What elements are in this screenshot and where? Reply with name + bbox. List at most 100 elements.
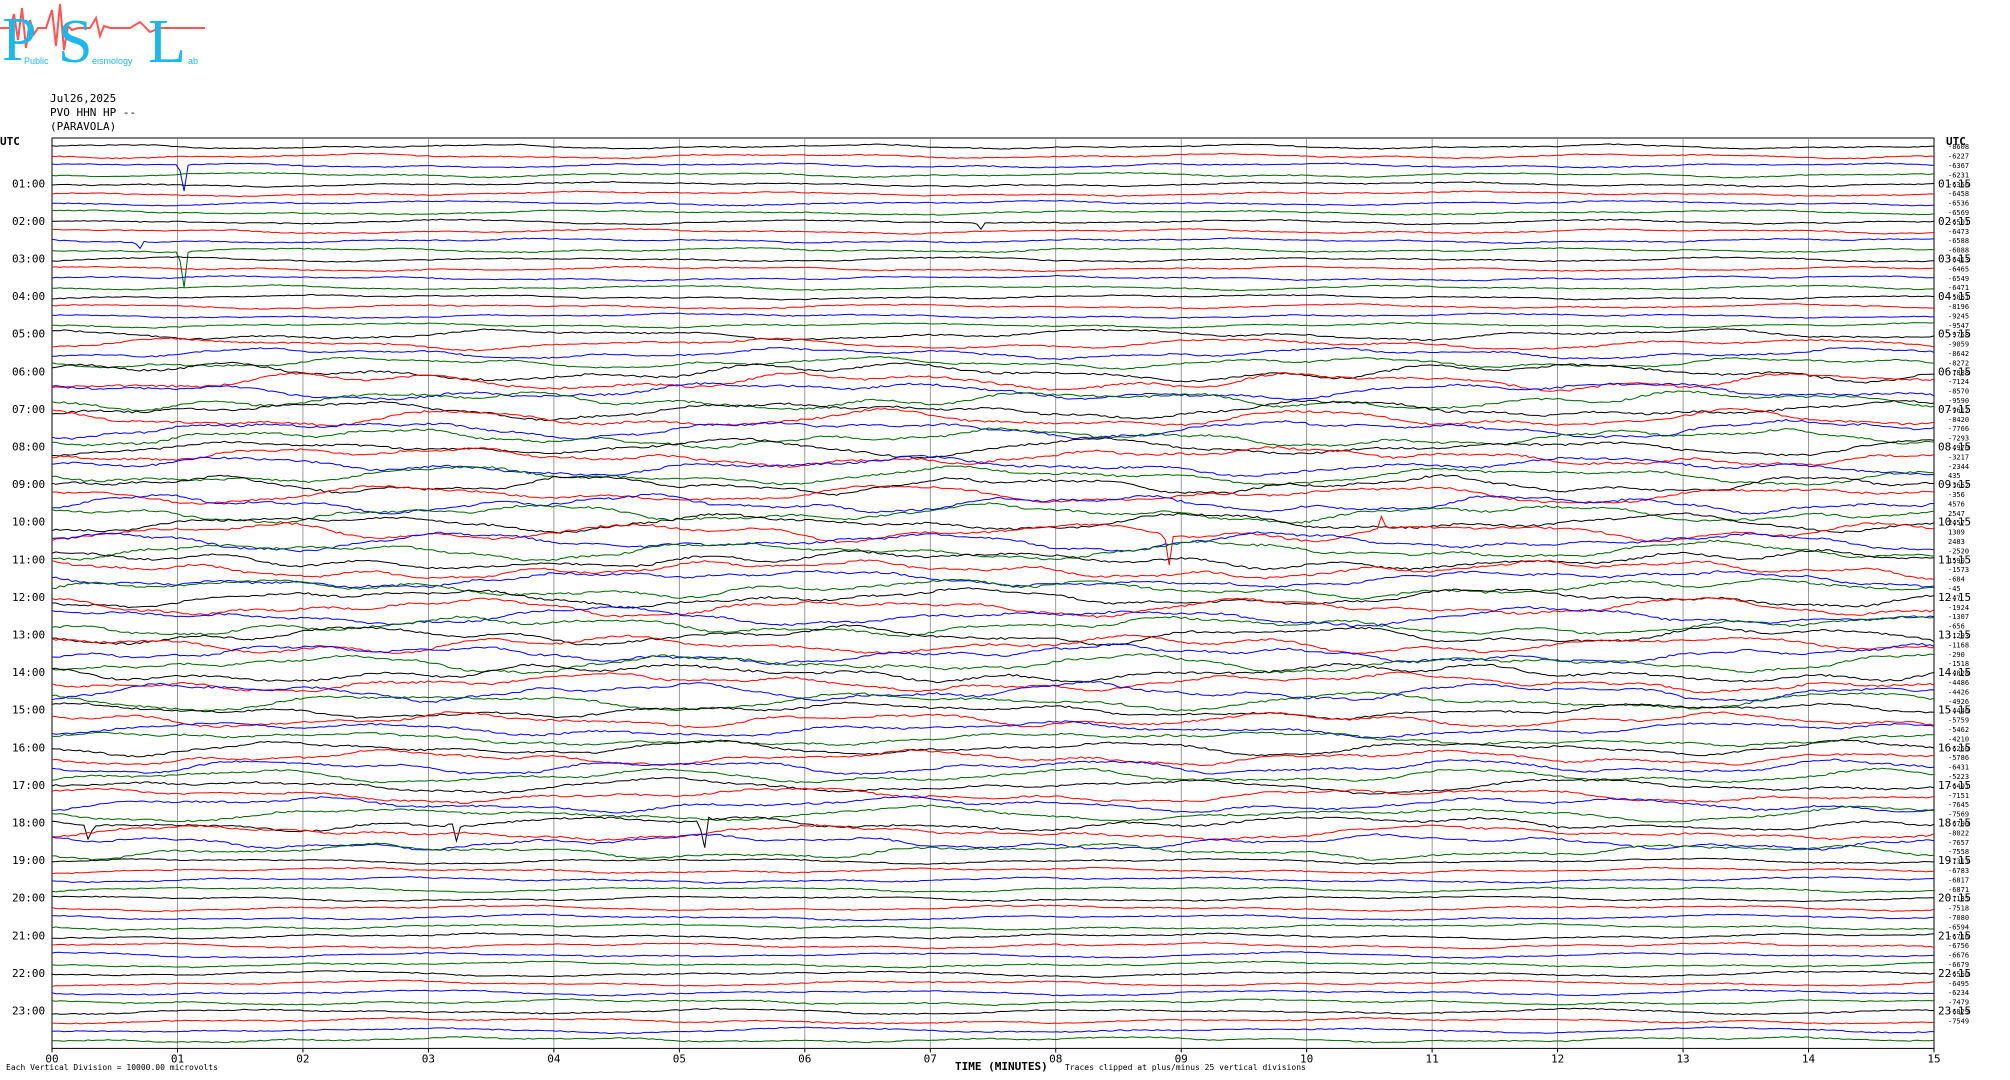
seismic-trace: [51, 720, 1935, 739]
axis-labels: -8608-6227-6367-6231-6356-6458-6536-6569…: [0, 135, 1971, 1065]
seismic-trace: [51, 979, 1935, 987]
seismic-trace: [51, 474, 1935, 496]
seismic-trace: [52, 731, 1934, 748]
seismic-trace: [51, 171, 1935, 179]
dc-offset-label: -684: [1948, 576, 1965, 584]
right-hour-label: 22:15: [1938, 967, 1971, 980]
logo-word-public: Public: [24, 56, 49, 66]
right-hour-label: 05:15: [1938, 328, 1971, 341]
seismic-trace: [52, 587, 1935, 609]
header-date: Jul26,2025: [50, 92, 117, 105]
right-hour-label: 01:15: [1938, 177, 1971, 190]
seismic-trace: [51, 303, 1935, 310]
seismic-trace: [51, 328, 1935, 342]
x-tick-label: 04: [547, 1052, 561, 1065]
seismic-trace: [51, 465, 1935, 486]
dc-offset-label: -2344: [1948, 463, 1969, 471]
left-hour-label: 11:00: [12, 553, 45, 566]
right-hour-label: 23:15: [1938, 1005, 1971, 1018]
scale-note: Each Vertical Division = 10000.00 microv…: [6, 1063, 218, 1072]
seismic-trace: [51, 247, 1935, 288]
seismic-trace: [51, 209, 1935, 216]
seismic-trace: [51, 932, 1935, 941]
seismic-trace: [51, 361, 1935, 384]
logo-word-seismology: eismology: [92, 56, 133, 66]
left-hour-label: 10:00: [12, 516, 45, 529]
left-hour-label: 18:00: [12, 817, 45, 830]
left-hour-label: 19:00: [12, 854, 45, 867]
seismic-trace: [51, 1016, 1935, 1025]
seismic-trace: [51, 989, 1935, 997]
right-hour-label: 09:15: [1938, 478, 1971, 491]
seismic-trace: [51, 653, 1935, 675]
x-tick-label: 05: [673, 1052, 686, 1065]
dc-offset-label: -6465: [1948, 265, 1969, 273]
right-hour-label: 17:15: [1938, 779, 1971, 792]
right-hour-label: 20:15: [1938, 892, 1971, 905]
seismic-trace: [51, 237, 1935, 250]
dc-offset-label: -6783: [1948, 867, 1969, 875]
seismic-trace: [51, 833, 1935, 851]
dc-offset-label: -1573: [1948, 566, 1969, 574]
seismic-trace: [52, 152, 1935, 160]
seismic-trace: [51, 407, 1935, 427]
dc-offset-label: -1307: [1948, 613, 1969, 621]
psl-logo: P S L Public eismology ab: [0, 3, 205, 72]
seismic-trace: [51, 998, 1935, 1006]
header-location: (PARAVOLA): [50, 120, 117, 133]
x-tick-label: 06: [798, 1052, 811, 1065]
seismic-trace: [51, 866, 1935, 875]
dc-offset-label: -7080: [1948, 914, 1969, 922]
seismic-trace: [51, 162, 1935, 192]
seismic-trace: [51, 512, 1935, 534]
dc-offset-label: -9059: [1948, 341, 1969, 349]
seismic-trace: [51, 913, 1935, 922]
seismic-trace: [51, 293, 1935, 301]
left-hour-label: 02:00: [12, 215, 45, 228]
dc-offset-label: -7151: [1948, 792, 1969, 800]
dc-offset-label: -6549: [1948, 275, 1969, 283]
logo-letter-l: L: [148, 8, 186, 72]
seismic-trace: [51, 355, 1935, 370]
left-hour-label: 22:00: [12, 967, 45, 980]
seismic-trace: [51, 904, 1935, 913]
seismic-trace: [51, 624, 1935, 647]
right-hour-label: 06:15: [1938, 365, 1971, 378]
dc-offset-label: -6756: [1948, 942, 1969, 950]
left-hour-label: 16:00: [12, 741, 45, 754]
dc-offset-label: -4486: [1948, 679, 1969, 687]
seismic-trace: [51, 895, 1935, 903]
dc-offset-label: -8022: [1948, 829, 1969, 837]
dc-offset-label: -5759: [1948, 717, 1969, 725]
dc-offset-label: -1924: [1948, 604, 1969, 612]
seismic-trace: [51, 437, 1935, 459]
right-hour-label: 03:15: [1938, 253, 1971, 266]
seismic-trace: [51, 312, 1935, 319]
seismic-traces: [51, 143, 1935, 1044]
seismic-trace: [51, 399, 1935, 422]
seismic-trace: [51, 390, 1935, 412]
right-hour-label: 13:15: [1938, 629, 1971, 642]
dc-offset-label: -3217: [1948, 453, 1969, 461]
seismic-trace: [51, 970, 1935, 978]
seismic-trace: [51, 941, 1935, 950]
seismic-trace: [51, 1026, 1934, 1035]
seismic-trace: [51, 265, 1935, 273]
dc-offset-label: -6431: [1948, 764, 1969, 772]
dc-offset-label: -9245: [1948, 312, 1969, 320]
left-hour-label: 07:00: [12, 403, 45, 416]
seismic-trace: [51, 960, 1935, 969]
seismic-trace: [51, 1007, 1935, 1016]
dc-offset-label: -7657: [1948, 839, 1969, 847]
dc-offset-label: 2483: [1948, 538, 1965, 546]
left-hour-label: 05:00: [12, 328, 45, 341]
right-hour-label: 10:15: [1938, 516, 1971, 529]
seismic-trace: [51, 190, 1935, 198]
plot-frame: [51, 137, 1935, 1049]
dc-offset-label: -6495: [1948, 980, 1969, 988]
seismic-trace: [51, 578, 1935, 600]
seismic-trace: [51, 739, 1935, 758]
dc-offset-label: -6458: [1948, 190, 1969, 198]
seismic-trace: [51, 787, 1935, 805]
left-hour-label: 20:00: [12, 892, 45, 905]
